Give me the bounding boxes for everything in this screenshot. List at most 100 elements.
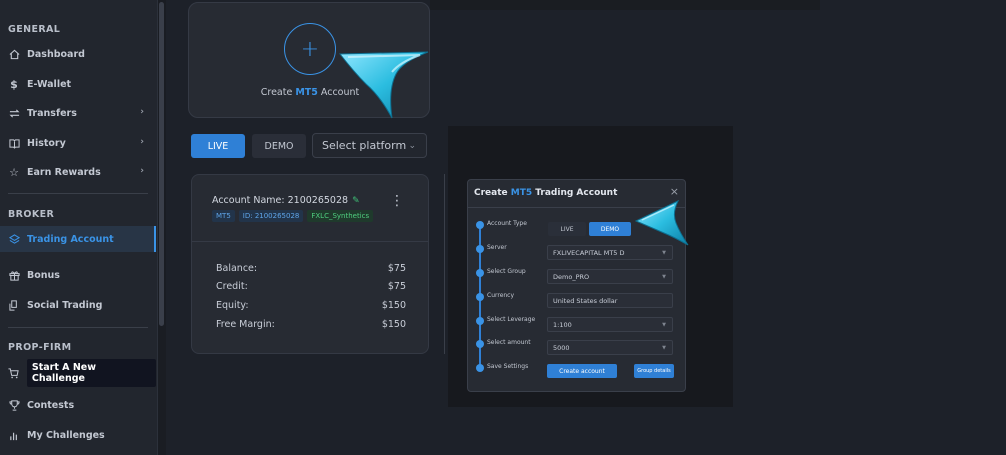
modal-title-suffix: Trading Account [532, 188, 618, 198]
row-value: $150 [381, 319, 406, 330]
row-value: $150 [381, 300, 406, 311]
chevron-down-icon: ▼ [662, 249, 666, 256]
step-dot [476, 317, 484, 325]
row-label: Equity: [216, 300, 249, 311]
top-strip [430, 0, 820, 10]
sidebar-item-label: Start A New Challenge [26, 359, 156, 387]
step-dot [476, 245, 484, 253]
sidebar-item-my-challenges[interactable]: My Challenges [0, 422, 156, 448]
step-label: Currency [487, 292, 515, 299]
account-type-demo-button[interactable]: DEMO [589, 222, 631, 236]
step-label: Select Leverage [487, 316, 536, 323]
modal-title: Create MT5 Trading Account [474, 188, 617, 198]
currency-field[interactable]: United States dollar [547, 293, 673, 308]
chevron-right-icon: › [140, 166, 144, 176]
platform-select[interactable]: Select platform ⌄ [312, 133, 427, 158]
tab-demo[interactable]: DEMO [252, 134, 306, 158]
layers-icon [8, 233, 20, 245]
group-details-button[interactable]: Group details [634, 364, 674, 378]
sidebar-item-bonus[interactable]: Bonus [0, 262, 156, 288]
balance-row: Balance: $75 [216, 263, 406, 274]
star-icon: ☆ [9, 165, 19, 179]
row-label: Credit: [216, 281, 248, 292]
modal-title-brand: MT5 [510, 188, 533, 198]
account-type-live-button[interactable]: LIVE [548, 222, 586, 236]
chevron-down-icon: ▼ [662, 321, 666, 328]
leverage-select[interactable]: 1:100 ▼ [547, 317, 673, 332]
section-title-propfirm: PROP-FIRM [8, 342, 72, 353]
bar-chart-icon [8, 429, 20, 441]
sidebar: GENERAL Dashboard $ E-Wallet Transfers ›… [0, 0, 158, 455]
leverage-value: 1:100 [553, 320, 572, 329]
close-icon[interactable]: × [670, 185, 679, 198]
sidebar-item-transfers[interactable]: Transfers › [0, 100, 156, 126]
chevron-down-icon: ▼ [662, 344, 666, 351]
account-name-text: Account Name: 2100265028 [212, 195, 349, 206]
modal-title-prefix: Create [474, 188, 511, 198]
sidebar-scroll-thumb[interactable] [159, 2, 164, 326]
create-text-prefix: Create [260, 87, 296, 98]
dollar-icon: $ [10, 77, 18, 91]
trophy-icon [8, 399, 20, 411]
chevron-down-icon: ⌄ [408, 140, 416, 151]
step-dot [476, 221, 484, 229]
step-label: Select amount [487, 339, 531, 346]
row-label: Free Margin: [216, 319, 275, 330]
sidebar-scrollbar[interactable] [158, 0, 166, 455]
platform-select-label: Select platform [322, 139, 407, 152]
sidebar-item-start-challenge[interactable]: Start A New Challenge [0, 359, 156, 387]
equity-row: Equity: $150 [216, 300, 406, 311]
id-badge: ID: 2100265028 [238, 210, 304, 222]
sidebar-item-label: Contests [27, 399, 75, 411]
more-options-icon[interactable]: ⋮ [390, 194, 404, 208]
sidebar-item-contests[interactable]: Contests [0, 392, 156, 418]
step-dot [476, 293, 484, 301]
server-value: FXLIVECAPITAL MT5 D [553, 248, 625, 257]
step-label: Server [487, 244, 507, 251]
sidebar-item-earn-rewards[interactable]: ☆ Earn Rewards › [0, 159, 156, 185]
sidebar-item-dashboard[interactable]: Dashboard [0, 41, 156, 67]
tab-live[interactable]: LIVE [191, 134, 245, 158]
chevron-down-icon: ▼ [662, 273, 666, 280]
sidebar-item-label: Transfers [27, 107, 77, 119]
pointer-cursor-icon [338, 51, 429, 119]
sidebar-item-social-trading[interactable]: Social Trading [0, 292, 156, 318]
group-value: Demo_PRO [553, 272, 590, 281]
sidebar-divider [8, 327, 148, 328]
server-select[interactable]: FXLIVECAPITAL MT5 D ▼ [547, 245, 673, 260]
sidebar-item-label: E-Wallet [27, 78, 72, 90]
sidebar-item-label: Social Trading [27, 299, 103, 311]
create-account-button[interactable]: Create account [547, 364, 617, 378]
sidebar-item-label: My Challenges [27, 429, 105, 441]
account-name: Account Name: 2100265028 ✎ [212, 195, 360, 206]
copy-icon [8, 299, 20, 311]
account-card: Account Name: 2100265028 ✎ ⋮ MT5 ID: 2100… [191, 174, 429, 354]
section-title-broker: BROKER [8, 209, 55, 220]
edit-icon[interactable]: ✎ [352, 196, 360, 206]
step-dot [476, 364, 484, 372]
plus-icon[interactable]: + [284, 23, 336, 75]
sidebar-item-label: History [27, 137, 66, 149]
step-label: Save Settings [487, 363, 529, 370]
chevron-right-icon: › [140, 137, 144, 147]
group-select[interactable]: Demo_PRO ▼ [547, 269, 673, 284]
home-icon [8, 48, 20, 60]
sidebar-item-trading-account[interactable]: Trading Account [0, 226, 156, 252]
sidebar-item-label: Trading Account [27, 233, 114, 245]
pointer-cursor-icon [634, 199, 689, 246]
chevron-right-icon: › [140, 107, 144, 117]
step-label: Account Type [487, 220, 527, 227]
row-value: $75 [387, 281, 406, 292]
sidebar-item-ewallet[interactable]: $ E-Wallet [0, 71, 156, 97]
free-margin-row: Free Margin: $150 [216, 319, 406, 330]
platform-badge: MT5 [212, 210, 235, 222]
amount-select[interactable]: 5000 ▼ [547, 340, 673, 355]
sidebar-item-history[interactable]: History › [0, 130, 156, 156]
create-text-brand: MT5 [295, 87, 318, 98]
book-icon [8, 137, 20, 149]
sidebar-item-label: Dashboard [27, 48, 85, 60]
row-value: $75 [387, 263, 406, 274]
sidebar-item-label: Earn Rewards [27, 166, 101, 178]
sidebar-item-label: Bonus [27, 269, 60, 281]
account-badges: MT5 ID: 2100265028 FXLC_Synthetics [212, 210, 374, 222]
